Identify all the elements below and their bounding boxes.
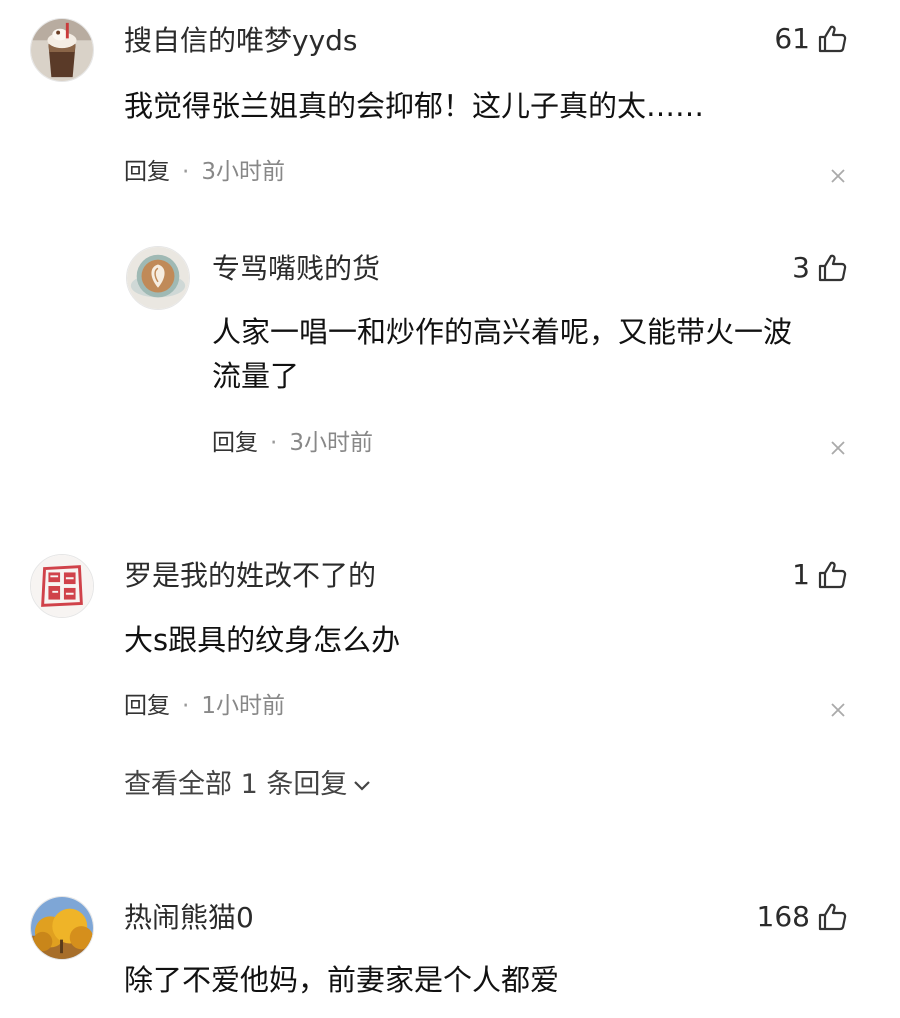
close-icon[interactable]	[828, 438, 848, 458]
comment-meta: 回复 · 3小时前	[124, 157, 285, 187]
thumbs-up-icon	[818, 903, 847, 931]
separator: ·	[182, 693, 190, 719]
like-count: 168	[756, 900, 810, 933]
username[interactable]: 罗是我的姓改不了的	[124, 559, 376, 593]
like-button[interactable]: 1	[792, 558, 848, 592]
close-icon[interactable]	[828, 166, 848, 186]
like-count: 1	[792, 558, 810, 591]
thumbs-up-icon	[818, 25, 847, 53]
avatar[interactable]	[30, 554, 94, 618]
comment-meta: 回复 · 3小时前	[212, 428, 373, 458]
view-all-replies-button[interactable]: 查看全部 1 条回复	[124, 768, 373, 802]
timestamp: 1小时前	[201, 693, 285, 719]
username[interactable]: 专骂嘴贱的货	[212, 252, 380, 286]
comment-text: 大s跟具的纹身怎么办	[124, 623, 401, 657]
view-all-replies-label: 查看全部 1 条回复	[124, 769, 348, 800]
thumbs-up-icon	[818, 254, 847, 282]
latte-art-avatar-icon	[127, 247, 189, 309]
autumn-tree-avatar-icon	[31, 897, 93, 959]
separator: ·	[270, 430, 278, 456]
reply-button[interactable]: 回复	[124, 691, 170, 721]
comment-meta: 回复 · 1小时前	[124, 691, 285, 721]
avatar[interactable]	[126, 246, 190, 310]
reply-button[interactable]: 回复	[212, 428, 258, 458]
username[interactable]: 热闹熊猫0	[124, 901, 254, 935]
username[interactable]: 搜自信的唯梦yyds	[124, 24, 358, 58]
thumbs-up-icon	[818, 561, 847, 589]
iced-coffee-avatar-icon	[31, 19, 93, 81]
close-icon[interactable]	[828, 700, 848, 720]
avatar[interactable]	[30, 896, 94, 960]
separator: ·	[182, 159, 190, 185]
like-button[interactable]: 61	[774, 22, 848, 56]
timestamp: 3小时前	[289, 430, 373, 456]
comment-text-line-2: 流量了	[212, 359, 300, 393]
like-count: 3	[792, 251, 810, 284]
comment-text: 除了不爱他妈，前妻家是个人都爱	[124, 963, 560, 997]
avatar[interactable]	[30, 18, 94, 82]
chevron-down-icon	[354, 781, 371, 791]
like-button[interactable]: 3	[792, 251, 848, 285]
seal-stamp-avatar-icon	[31, 555, 93, 617]
like-button[interactable]: 168	[757, 900, 848, 934]
like-count: 61	[774, 22, 810, 55]
timestamp: 3小时前	[201, 159, 285, 185]
reply-button[interactable]: 回复	[124, 157, 170, 187]
comment-text: 我觉得张兰姐真的会抑郁！这儿子真的太……	[124, 89, 705, 123]
